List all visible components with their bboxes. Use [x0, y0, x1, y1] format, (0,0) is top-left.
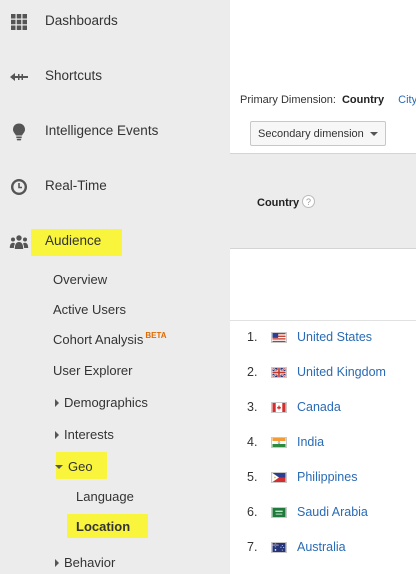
secondary-dimension-label: Secondary dimension — [258, 128, 364, 140]
table-row: 4. India — [230, 425, 416, 460]
chevron-right-icon — [55, 430, 59, 439]
table-row: 7. Australia — [230, 530, 416, 565]
row-rank: 4. — [247, 435, 258, 449]
table-row: 6. Saudi Arabia — [230, 495, 416, 530]
sidebar-item-cohort-analysis[interactable]: Cohort Analysis BETA — [53, 331, 167, 347]
country-link[interactable]: India — [297, 435, 324, 449]
nav-real-time[interactable]: Real-Time — [0, 167, 230, 207]
table-row: 5. Philippines — [230, 460, 416, 495]
country-link[interactable]: Canada — [297, 400, 341, 414]
nav-dashboards[interactable]: Dashboards — [0, 2, 230, 42]
row-rank: 2. — [247, 365, 258, 379]
country-link[interactable]: United Kingdom — [297, 365, 386, 379]
nav-shortcuts[interactable]: Shortcuts — [0, 57, 230, 97]
clock-icon — [11, 179, 27, 195]
flag-sa-icon — [271, 507, 287, 518]
country-link[interactable]: Australia — [297, 540, 346, 554]
help-icon[interactable]: ? — [302, 195, 315, 208]
flag-au-icon — [271, 542, 287, 553]
nav-intelligence-events[interactable]: Intelligence Events — [0, 112, 230, 152]
behavior-label: Behavior — [64, 555, 116, 570]
nav-real-time-label: Real-Time — [45, 178, 107, 193]
nav-shortcuts-label: Shortcuts — [45, 68, 103, 83]
sidebar-item-active-users[interactable]: Active Users — [53, 302, 126, 317]
chevron-right-icon — [55, 558, 59, 567]
sidebar-item-overview[interactable]: Overview — [53, 272, 107, 287]
table-row: 2. United Kingdom — [230, 355, 416, 390]
country-link[interactable]: Saudi Arabia — [297, 505, 368, 519]
row-rank: 3. — [247, 400, 258, 414]
primary-dimension-city-link[interactable]: City — [398, 94, 416, 106]
table-header: Country ? — [230, 153, 416, 249]
lightbulb-icon — [13, 123, 25, 141]
people-icon — [9, 235, 29, 249]
row-rank: 6. — [247, 505, 258, 519]
primary-dimension-label: Primary Dimension: — [240, 94, 336, 106]
row-rank: 1. — [247, 330, 258, 344]
country-link[interactable]: Philippines — [297, 470, 357, 484]
country-link[interactable]: United States — [297, 330, 372, 344]
report-panel: Primary Dimension: Country City Secondary … — [230, 0, 416, 574]
sidebar-nav: Dashboards Shortcuts Intelligence Events… — [0, 0, 230, 574]
flag-gb-icon — [271, 367, 287, 378]
column-header-country[interactable]: Country — [257, 197, 299, 209]
sidebar-item-geo[interactable]: Geo — [55, 459, 93, 474]
table-row: 1. United States — [230, 320, 416, 355]
primary-dimension-current: Country — [341, 94, 385, 106]
sidebar-item-language[interactable]: Language — [76, 489, 134, 504]
chevron-down-icon — [370, 132, 378, 136]
secondary-dimension-button[interactable]: Secondary dimension — [250, 121, 386, 146]
interests-label: Interests — [64, 427, 114, 442]
chevron-down-icon — [55, 464, 63, 469]
nav-intelligence-events-label: Intelligence Events — [45, 123, 159, 138]
flag-us-icon — [271, 332, 287, 343]
nav-audience-label: Audience — [45, 233, 102, 248]
chevron-right-icon — [55, 398, 59, 407]
sidebar-item-behavior[interactable]: Behavior — [55, 555, 115, 570]
nav-dashboards-label: Dashboards — [45, 13, 118, 28]
flag-in-icon — [271, 437, 287, 448]
sidebar-item-interests[interactable]: Interests — [55, 427, 114, 442]
primary-dimension-row: Primary Dimension: Country City — [240, 94, 416, 106]
sidebar-item-location[interactable]: Location — [76, 519, 130, 534]
nav-audience[interactable]: Audience — [0, 222, 230, 262]
grid-icon — [11, 14, 27, 30]
flag-ph-icon — [271, 472, 287, 483]
row-rank: 5. — [247, 470, 258, 484]
cohort-analysis-label: Cohort Analysis — [53, 332, 144, 347]
shortcut-arrow-icon — [10, 73, 28, 81]
table-row: 3. Canada — [230, 390, 416, 425]
flag-ca-icon — [271, 402, 287, 413]
sidebar-item-demographics[interactable]: Demographics — [55, 395, 148, 410]
demographics-label: Demographics — [64, 395, 148, 410]
beta-badge: BETA — [145, 331, 167, 340]
row-rank: 7. — [247, 540, 258, 554]
geo-label: Geo — [68, 459, 93, 474]
sidebar-item-user-explorer[interactable]: User Explorer — [53, 363, 132, 378]
